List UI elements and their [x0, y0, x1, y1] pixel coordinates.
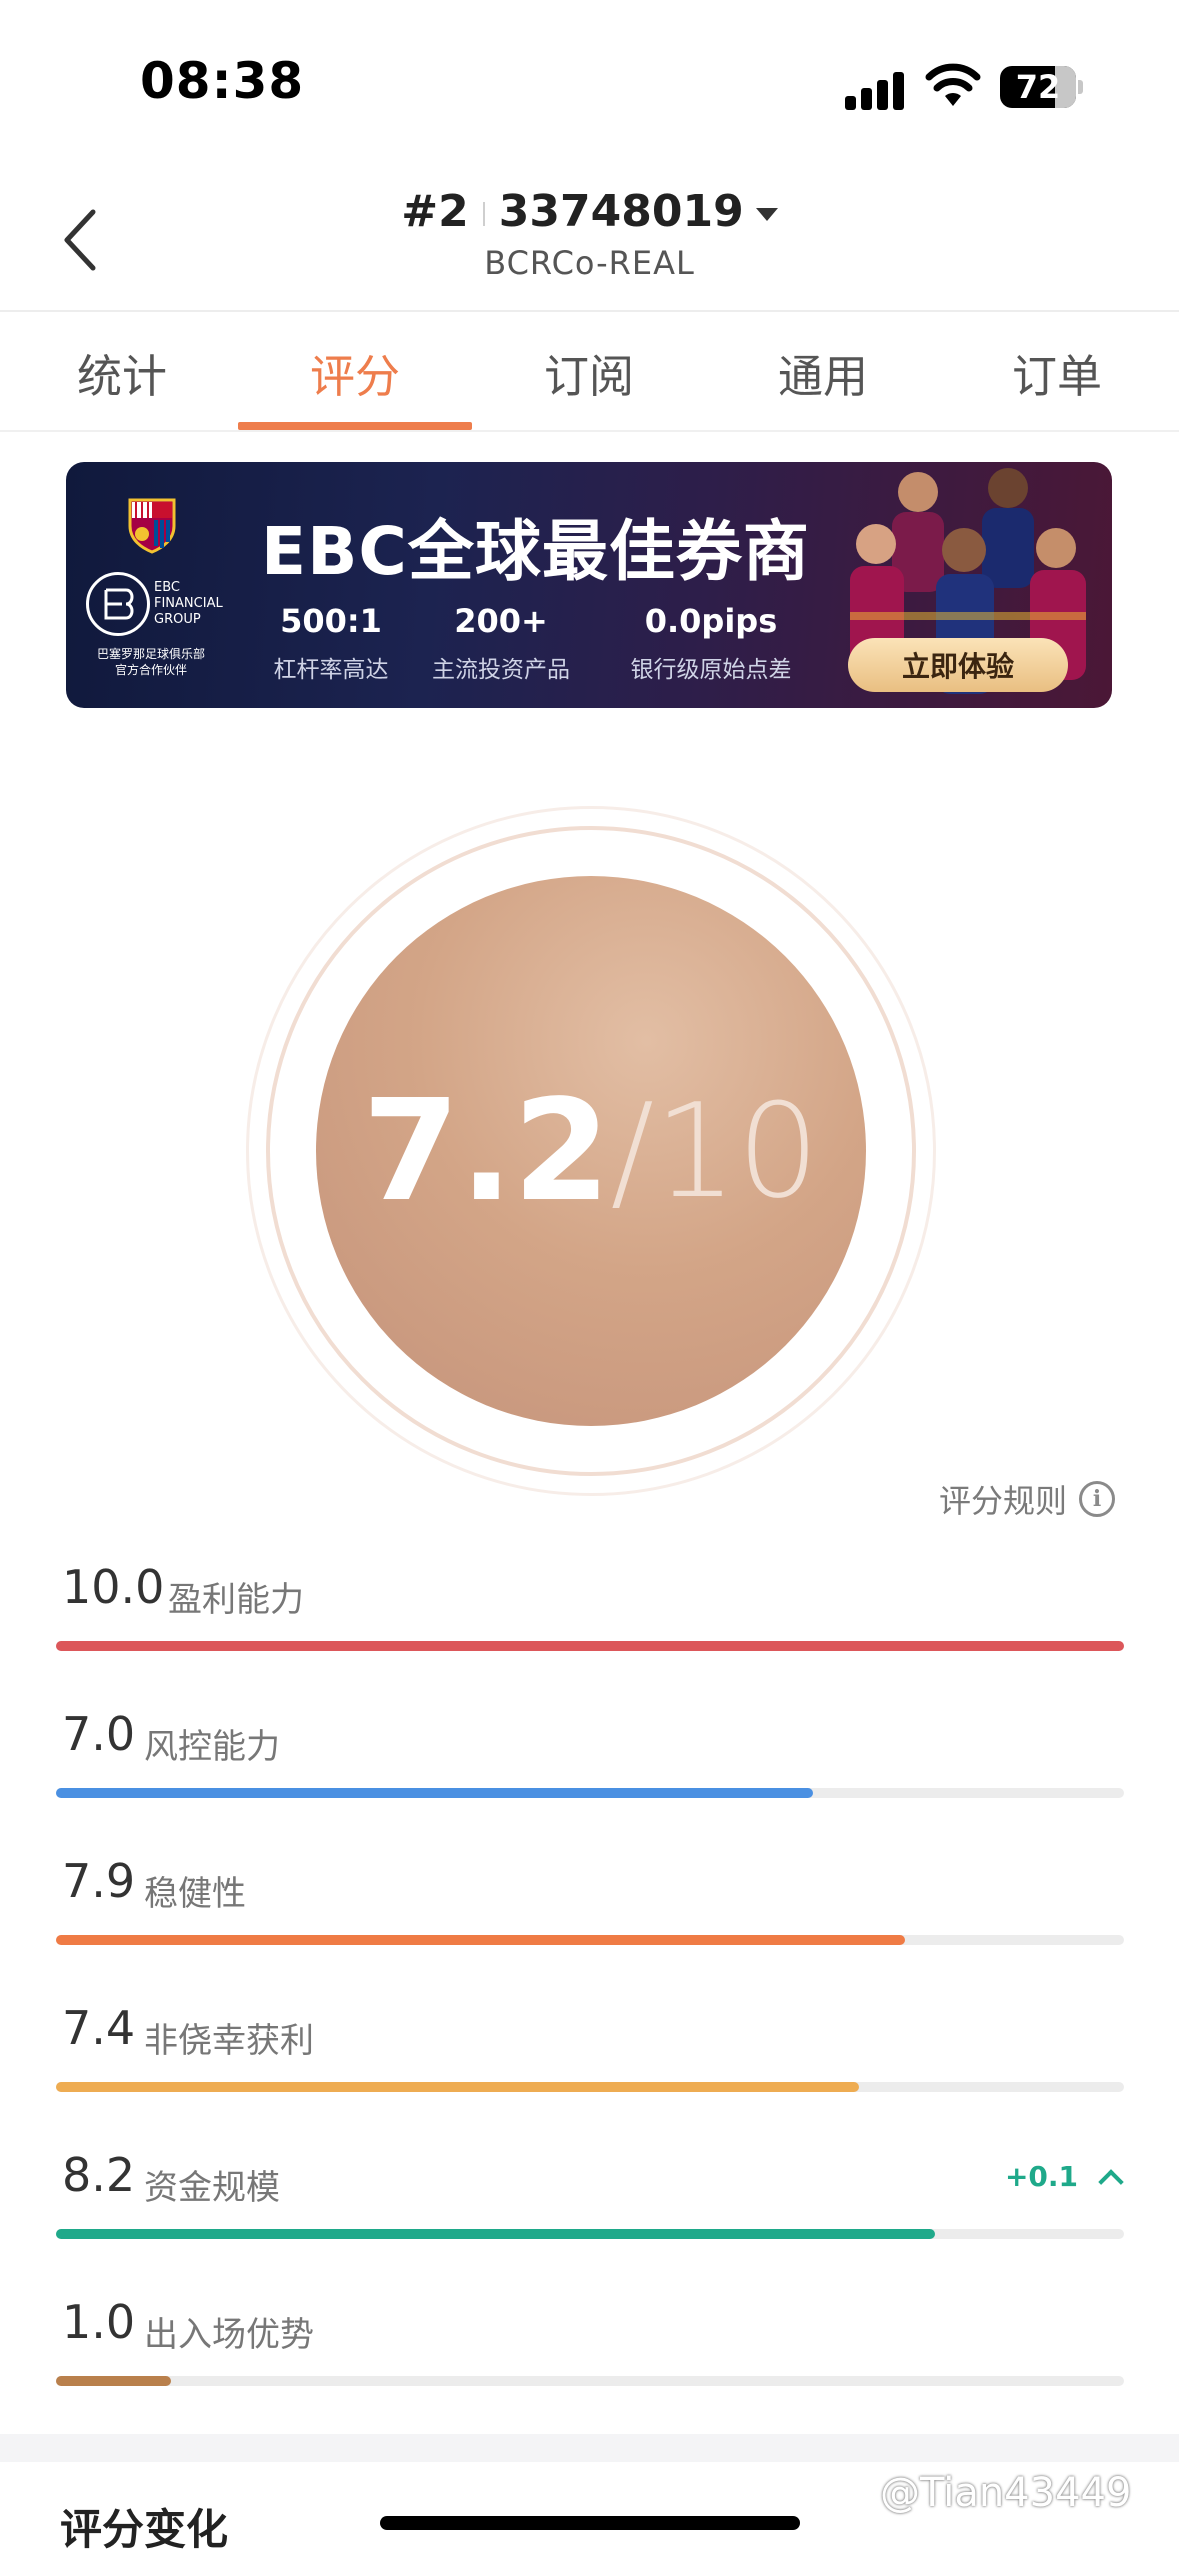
tab-rating[interactable]: 评分 [238, 312, 472, 432]
banner-headline: EBC全球最佳券商 [261, 513, 810, 590]
ad-banner[interactable]: EBC FINANCIAL GROUP 巴塞罗那足球俱乐部 官方合作伙伴 EBC… [66, 462, 1112, 708]
metric-bar-track [56, 1641, 1124, 1651]
banner-partner-text: 巴塞罗那足球俱乐部 官方合作伙伴 [96, 647, 205, 677]
metric-bar-fill [56, 1935, 906, 1945]
status-bar: 08:38 72 [0, 0, 1179, 170]
metric-bar-fill [56, 2082, 860, 2092]
watermark: @Tian43449 [880, 2470, 1132, 2516]
banner-stat-label: 杠杆率高达 [273, 657, 389, 683]
ebc-logo-icon [86, 572, 150, 636]
active-tab-indicator [238, 422, 472, 430]
account-selector[interactable]: #2 33748019 [0, 186, 1179, 237]
wifi-icon [925, 63, 981, 106]
score-disc: 7.2/10 [316, 876, 866, 1426]
metric-bar-track [56, 1788, 1124, 1798]
account-rank: #2 [401, 186, 469, 237]
banner-stat-value: 500:1 [280, 602, 382, 640]
metric-bar-fill [56, 2229, 935, 2239]
tab-subscribe[interactable]: 订阅 [472, 312, 706, 432]
tab-statistics[interactable]: 统计 [5, 312, 239, 432]
tab-general[interactable]: 通用 [706, 312, 940, 432]
metric-profitability: 10.0 盈利能力 [56, 1560, 1124, 1680]
rating-rules-label: 评分规则 [938, 1482, 1067, 1520]
home-indicator[interactable] [380, 2516, 800, 2530]
battery-cap [1078, 80, 1083, 94]
metric-score: 7.0 [62, 1707, 136, 1761]
metric-score: 1.0 [62, 2295, 136, 2349]
metric-bar-fill [56, 1641, 1124, 1651]
score-change-title: 评分变化 [60, 2505, 229, 2554]
metric-stability: 7.9 稳健性 [56, 1854, 1124, 1974]
battery-icon: 72 [1000, 66, 1076, 108]
ebc-logo-text: EBC FINANCIAL GROUP [154, 580, 223, 627]
metric-score: 7.4 [62, 2001, 136, 2055]
metric-score: 10.0 [62, 1560, 165, 1614]
banner-stat-value: 0.0pips [644, 602, 778, 640]
metric-bar-track [56, 2082, 1124, 2092]
info-icon: i [1079, 1481, 1115, 1517]
metric-label: 出入场优势 [144, 2315, 314, 2355]
tab-orders[interactable]: 订单 [940, 312, 1174, 432]
score-gauge: 7.2/10 [246, 806, 936, 1496]
metric-entry-exit: 1.0 出入场优势 [56, 2295, 1124, 2415]
nav-header: #2 33748019 BCRCo-REAL [0, 170, 1179, 312]
section-divider [0, 2434, 1179, 2462]
metric-label: 盈利能力 [168, 1580, 304, 1620]
metric-capital-size: 8.2 资金规模 +0.1 [56, 2148, 1124, 2268]
status-time: 08:38 [140, 52, 305, 110]
tab-bar: 统计 评分 订阅 通用 订单 [0, 312, 1179, 432]
metric-change-badge[interactable]: +0.1 [1004, 2160, 1124, 2195]
title-divider [482, 202, 485, 226]
metric-label: 非侥幸获利 [144, 2021, 314, 2061]
club-crest-icon [128, 498, 176, 554]
try-now-button[interactable]: 立即体验 [848, 638, 1068, 692]
metric-label: 风控能力 [144, 1727, 280, 1767]
account-number: 33748019 [498, 186, 744, 237]
account-server: BCRCo-REAL [484, 244, 695, 282]
score-value: 7.2 [362, 1069, 611, 1233]
metric-bar-track [56, 2229, 1124, 2239]
metric-bar-fill [56, 1788, 814, 1798]
metric-bar-track [56, 1935, 1124, 1945]
metric-non-luck-profit: 7.4 非侥幸获利 [56, 2001, 1124, 2121]
banner-stat-label: 主流投资产品 [432, 657, 570, 683]
score-max: /10 [610, 1075, 820, 1227]
cellular-signal-icon [845, 70, 907, 110]
dropdown-caret-icon [755, 207, 778, 221]
banner-stat-value: 200+ [454, 602, 548, 640]
metric-change-value: +0.1 [1004, 2160, 1078, 2193]
metric-score: 8.2 [62, 2148, 136, 2202]
rating-rules-link[interactable]: 评分规则 i [939, 1476, 1115, 1522]
battery-percent: 72 [1015, 68, 1061, 106]
metric-bar-fill [56, 2376, 172, 2386]
chevron-up-icon [1098, 2168, 1124, 2195]
metric-label: 资金规模 [144, 2168, 280, 2208]
metric-risk-control: 7.0 风控能力 [56, 1707, 1124, 1827]
score-text: 7.2/10 [316, 876, 866, 1426]
metric-score: 7.9 [62, 1854, 136, 1908]
banner-stat-label: 银行级原始点差 [630, 657, 792, 683]
metric-label: 稳健性 [144, 1874, 246, 1914]
metric-bar-track [56, 2376, 1124, 2386]
